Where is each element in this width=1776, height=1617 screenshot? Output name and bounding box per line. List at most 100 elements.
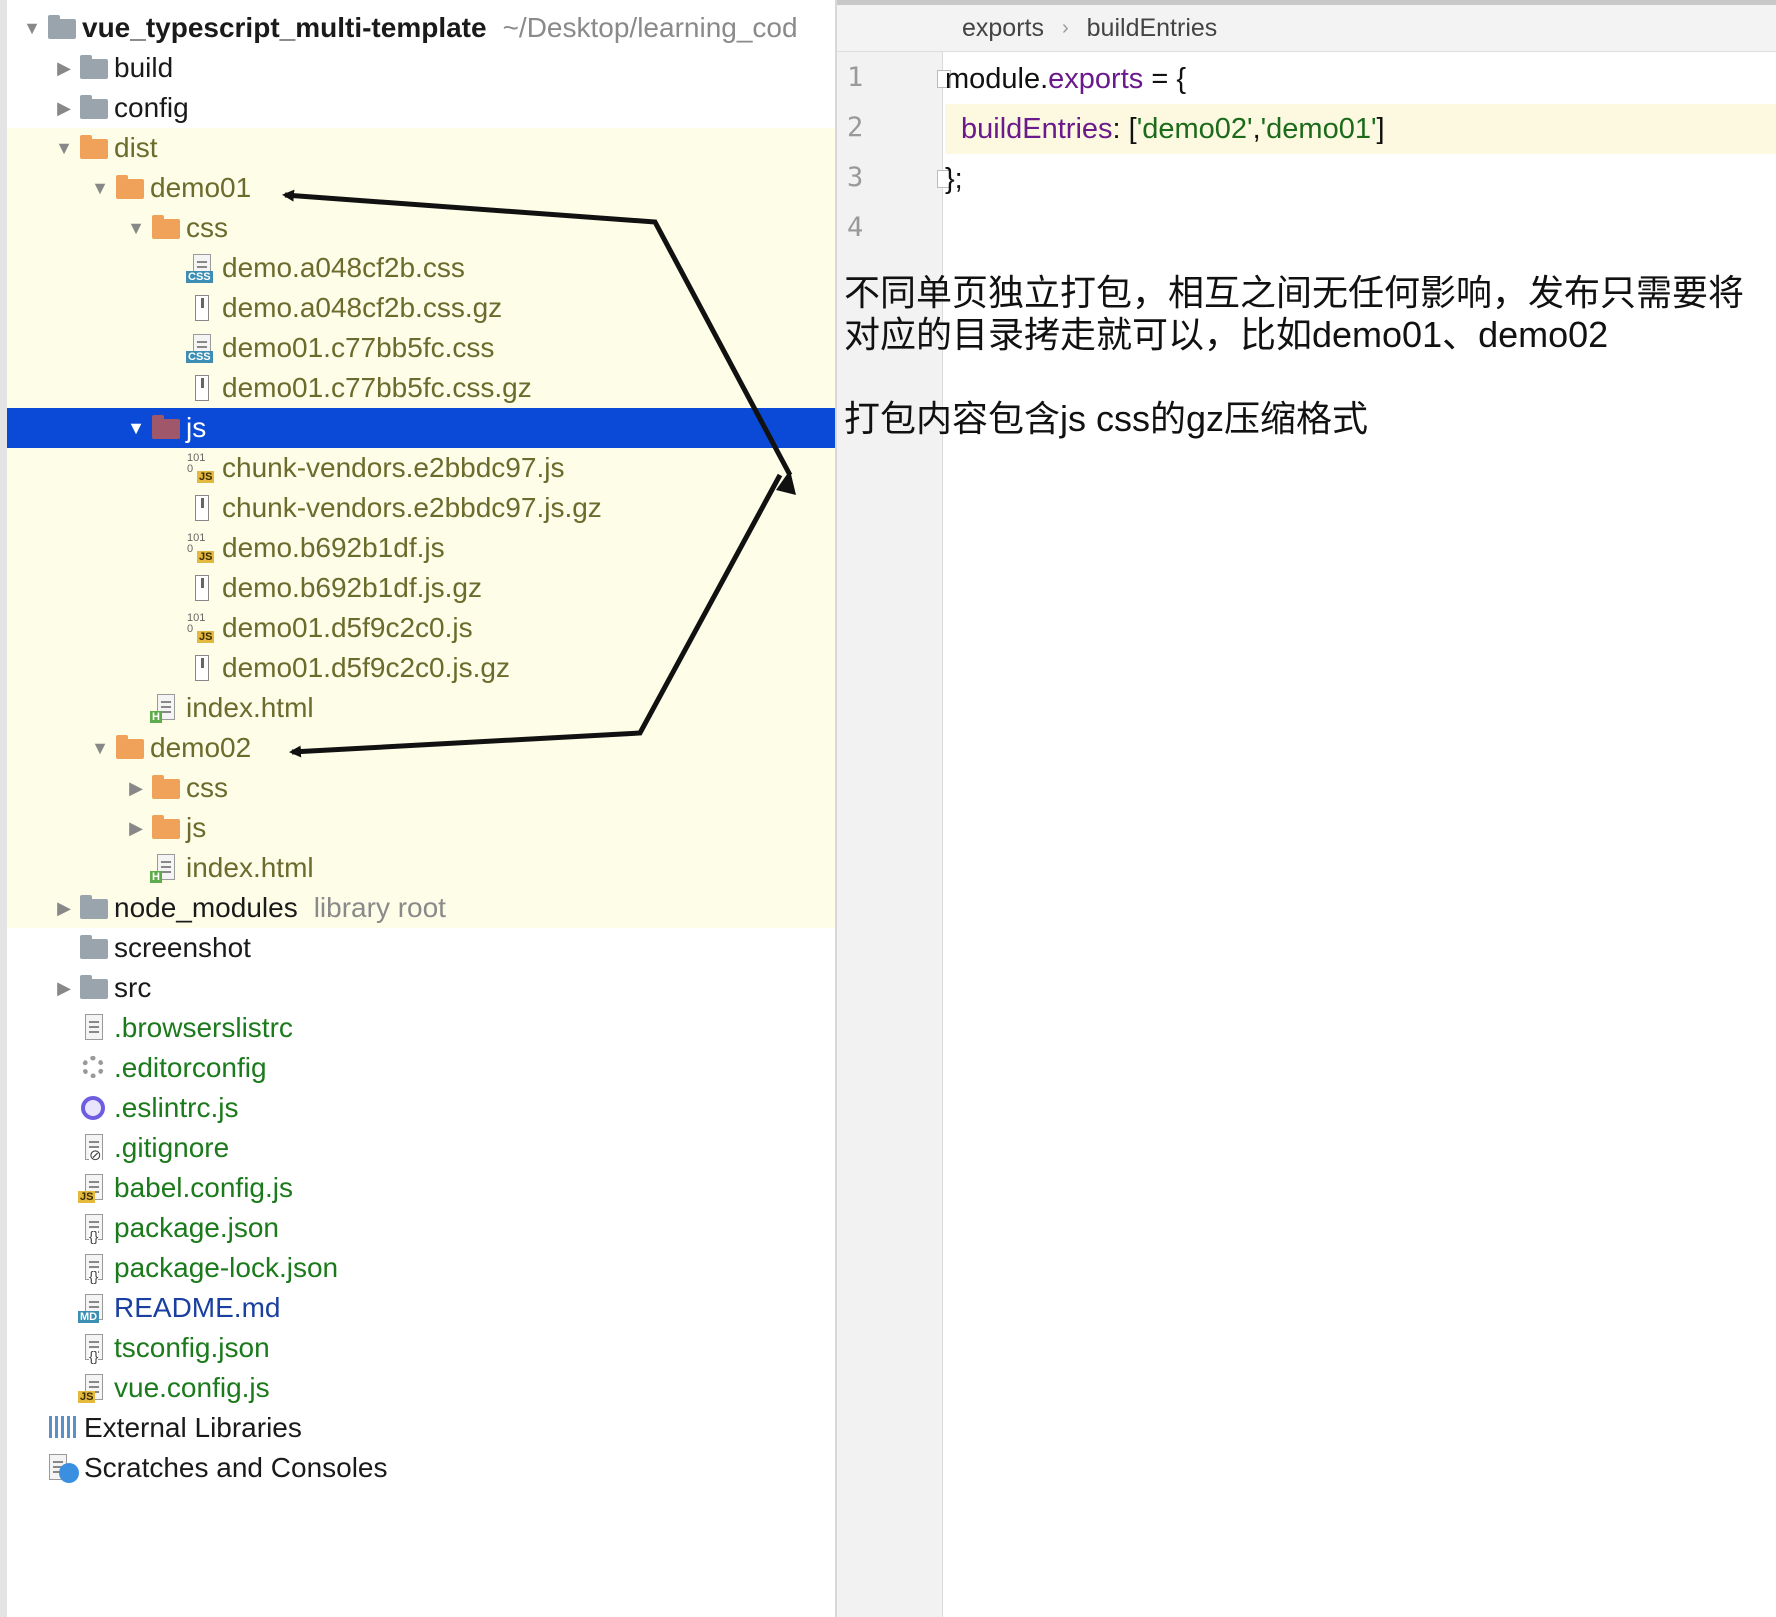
tree-item[interactable]: JS babel.config.js xyxy=(7,1168,835,1208)
tree-item[interactable]: 101 0 JS demo01.d5f9c2c0.js xyxy=(7,608,835,648)
code-token-string: 'demo02' xyxy=(1136,112,1253,145)
tree-item[interactable]: ▶ config xyxy=(7,88,835,128)
breadcrumb: exports › buildEntries xyxy=(837,0,1776,52)
eslint-icon xyxy=(77,1093,109,1123)
expand-arrow-icon[interactable]: ▶ xyxy=(51,978,77,999)
tree-item[interactable]: ⊘ .gitignore xyxy=(7,1128,835,1168)
tree-item[interactable]: ▶ src xyxy=(7,968,835,1008)
tree-item-label: config xyxy=(114,92,189,123)
tree-item[interactable]: {} package-lock.json xyxy=(7,1248,835,1288)
tree-item-label: demo02 xyxy=(150,732,252,763)
tree-item[interactable]: {} package.json xyxy=(7,1208,835,1248)
tree-item-label: src xyxy=(114,972,152,1003)
tree-item[interactable]: {} tsconfig.json xyxy=(7,1328,835,1368)
tree-item-label: screenshot xyxy=(114,932,251,963)
tree-item[interactable]: chunk-vendors.e2bbdc97.js.gz xyxy=(7,488,835,528)
code-editor: exports › buildEntries 1 2 3 4 module. ex… xyxy=(835,0,1776,1617)
tree-item[interactable]: .browserslistrc xyxy=(7,1008,835,1048)
tree-item[interactable]: screenshot xyxy=(7,928,835,968)
folder-icon xyxy=(77,973,109,1003)
tree-item[interactable]: Hindex.html xyxy=(7,848,835,888)
annotation-notes: 不同单页独立打包，相互之间无任何影响，发布只需要将对应的目录拷走就可以，比如de… xyxy=(844,272,1774,482)
code-line-4[interactable] xyxy=(945,204,1776,254)
code-token: module. xyxy=(945,62,1049,95)
tree-item[interactable]: demo01.d5f9c2c0.js.gz xyxy=(7,648,835,688)
tree-item[interactable]: demo01.c77bb5fc.css.gz xyxy=(7,368,835,408)
folder-icon xyxy=(77,93,109,123)
html-file-icon: H xyxy=(149,853,181,883)
tree-item-label: chunk-vendors.e2bbdc97.js xyxy=(222,452,565,483)
code-token: , xyxy=(1252,112,1261,145)
breadcrumb-exports[interactable]: exports xyxy=(962,14,1044,43)
code-line-3[interactable]: }; xyxy=(945,154,1776,204)
tree-item-label: .gitignore xyxy=(114,1132,230,1163)
collapse-arrow-icon[interactable]: ▼ xyxy=(51,138,77,159)
tree-item-label: tsconfig.json xyxy=(114,1332,270,1363)
tree-root[interactable]: ▼ vue_typescript_multi-template ~/Deskto… xyxy=(7,8,835,48)
json-file-icon: {} xyxy=(77,1213,109,1243)
project-tree-panel: ▼ vue_typescript_multi-template ~/Deskto… xyxy=(0,0,835,1617)
expand-arrow-icon[interactable]: ▶ xyxy=(51,58,77,79)
archive-icon xyxy=(185,493,217,523)
tree-item[interactable]: .eslintrc.js xyxy=(7,1088,835,1128)
line-number: 1 xyxy=(847,62,864,93)
expand-arrow-icon[interactable]: ▶ xyxy=(51,898,77,919)
tree-item-label: node_modules xyxy=(114,892,298,923)
folder-icon xyxy=(77,933,109,963)
breadcrumb-buildentries[interactable]: buildEntries xyxy=(1087,14,1218,43)
gear-icon xyxy=(77,1053,109,1083)
collapse-arrow-icon[interactable]: ▼ xyxy=(87,738,113,759)
tree-item-label: chunk-vendors.e2bbdc97.js.gz xyxy=(222,492,602,523)
tree-item[interactable]: demo.a048cf2b.css.gz xyxy=(7,288,835,328)
code-token-string: 'demo01' xyxy=(1260,112,1377,145)
tree-item[interactable]: ▼ demo01 xyxy=(7,168,835,208)
tree-item[interactable]: CSS demo.a048cf2b.css xyxy=(7,248,835,288)
folder-icon xyxy=(149,773,181,803)
note-text: 不同单页独立打包，相互之间无任何影响，发布只需要将对应的目录拷走就可以，比如de… xyxy=(844,272,1745,355)
tree-item[interactable]: demo.b692b1df.js.gz xyxy=(7,568,835,608)
tree-item[interactable]: 101 0 JS demo.b692b1df.js xyxy=(7,528,835,568)
js-file-icon: 101 0 JS xyxy=(187,612,215,643)
markdown-file-icon: MD xyxy=(77,1293,109,1323)
js-file-icon: JS xyxy=(77,1373,109,1403)
tree-item[interactable]: ▼ js xyxy=(7,408,835,448)
tree-item[interactable]: ▶ node_modules library root xyxy=(7,888,835,928)
tree-item[interactable]: Scratches and Consoles xyxy=(7,1448,835,1488)
tree-item[interactable]: ▶ css xyxy=(7,768,835,808)
expand-arrow-icon[interactable]: ▶ xyxy=(51,98,77,119)
js-file-icon: 101 0 JS xyxy=(187,532,215,563)
collapse-arrow-icon[interactable]: ▼ xyxy=(87,178,113,199)
text-file-icon xyxy=(77,1013,109,1043)
tree-item[interactable]: 101 0 JS chunk-vendors.e2bbdc97.js xyxy=(7,448,835,488)
tree-item-label: README.md xyxy=(114,1292,281,1323)
tree-item[interactable]: ▶ js xyxy=(7,808,835,848)
tree-item[interactable]: .editorconfig xyxy=(7,1048,835,1088)
tree-item[interactable]: ▼ css xyxy=(7,208,835,248)
code-token: : [ xyxy=(1112,112,1137,145)
tree-item-label: index.html xyxy=(186,852,314,883)
tree-item[interactable]: External Libraries xyxy=(7,1408,835,1448)
tree-item-label: demo.a048cf2b.css.gz xyxy=(222,292,503,323)
expand-arrow-icon[interactable]: ▶ xyxy=(123,778,149,799)
tree-item-label: demo01.c77bb5fc.css.gz xyxy=(222,372,532,403)
tree-item-label: build xyxy=(114,52,174,83)
tree-item[interactable]: CSS demo01.c77bb5fc.css xyxy=(7,328,835,368)
expand-arrow-icon[interactable]: ▶ xyxy=(123,818,149,839)
collapse-arrow-icon[interactable]: ▼ xyxy=(123,418,149,439)
tree-item-label: demo.b692b1df.js xyxy=(222,532,445,563)
code-line-2[interactable]: buildEntries: ['demo02','demo01'] xyxy=(945,104,1776,154)
tree-item[interactable]: JS vue.config.js xyxy=(7,1368,835,1408)
tree-item-label: External Libraries xyxy=(84,1412,302,1443)
tree-item[interactable]: Hindex.html xyxy=(7,688,835,728)
archive-icon xyxy=(185,573,217,603)
tree-item[interactable]: MD README.md xyxy=(7,1288,835,1328)
code-line-1[interactable]: module. exports = { xyxy=(945,54,1776,104)
tree-item[interactable]: ▶ build xyxy=(7,48,835,88)
tree-item[interactable]: ▼ demo02 xyxy=(7,728,835,768)
tree-item[interactable]: ▼ dist xyxy=(7,128,835,168)
tree-item-label: .eslintrc.js xyxy=(114,1092,239,1123)
collapse-arrow-icon[interactable]: ▼ xyxy=(123,218,149,239)
collapse-arrow-icon[interactable]: ▼ xyxy=(19,18,45,39)
tree-item-label: package.json xyxy=(114,1212,280,1243)
js-file-icon: JS xyxy=(77,1173,109,1203)
